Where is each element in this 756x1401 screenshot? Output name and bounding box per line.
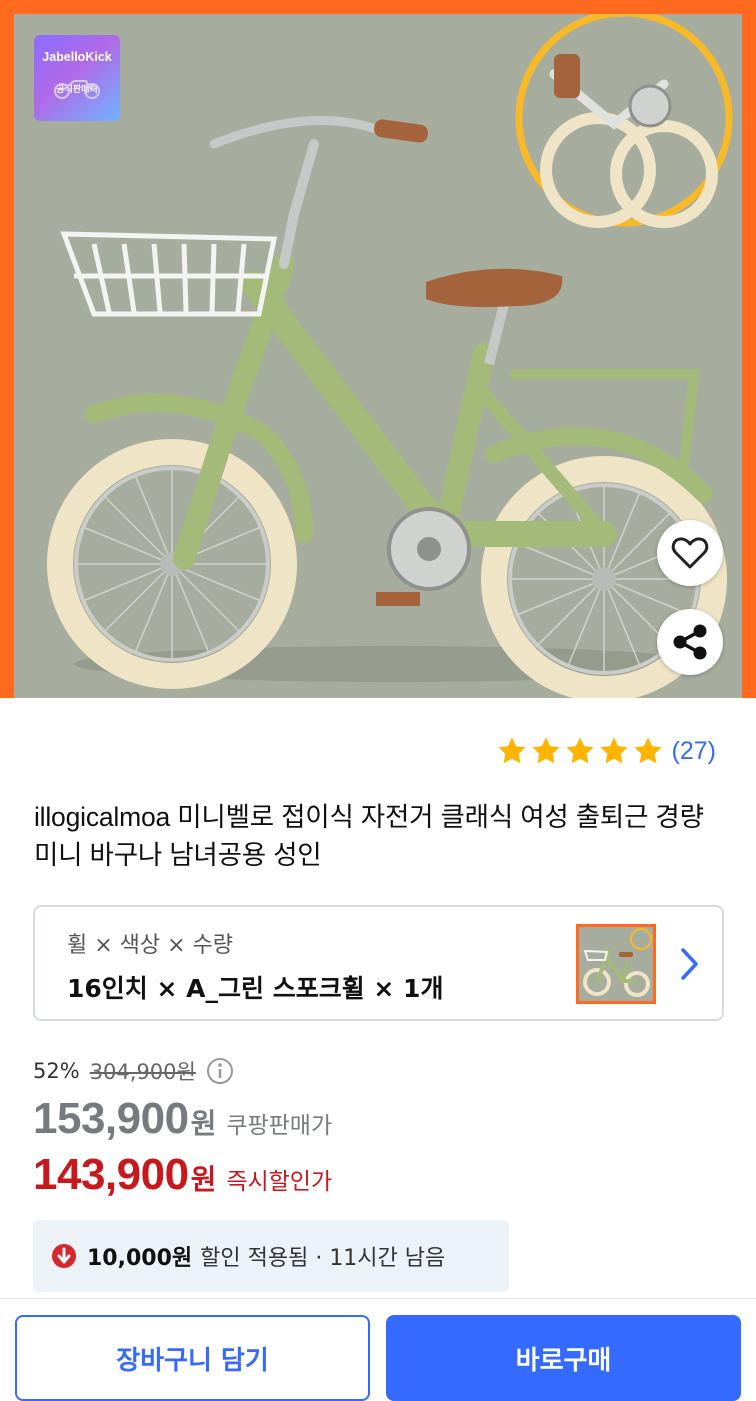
buy-now-button[interactable]: 바로구매 bbox=[386, 1315, 741, 1401]
down-arrow-icon bbox=[52, 1244, 76, 1268]
star-icon bbox=[633, 737, 662, 764]
thumbnail-bike-image bbox=[583, 928, 652, 997]
heart-icon bbox=[671, 537, 709, 569]
star-icon bbox=[497, 737, 526, 764]
instant-price-unit: 원 bbox=[190, 1163, 217, 1196]
star-rating bbox=[496, 735, 664, 767]
coupon-banner: 10,000원 할인 적용됨 · 11시간 남음 bbox=[33, 1220, 509, 1292]
like-button[interactable] bbox=[657, 520, 723, 586]
review-count-link[interactable]: (27) bbox=[672, 737, 716, 766]
coupang-price: 153,900 원 쿠팡판매가 bbox=[33, 1094, 332, 1144]
coupon-amount: 10,000원 bbox=[87, 1246, 193, 1271]
product-title: illogicalmoa 미니벨로 접이식 자전거 클래식 여성 출퇴근 경량 … bbox=[34, 802, 704, 870]
divider bbox=[0, 1298, 756, 1299]
brand-name: JabelloKick bbox=[42, 50, 112, 64]
chevron-right-icon bbox=[681, 948, 698, 980]
option-label: 휠 × 색상 × 수량 bbox=[67, 933, 234, 958]
share-button[interactable] bbox=[657, 609, 723, 675]
instant-price-value: 143,900 bbox=[33, 1150, 189, 1199]
coupang-price-label: 쿠팡판매가 bbox=[226, 1113, 333, 1139]
product-image-frame: JabelloKick 공식판매처 bbox=[0, 0, 756, 698]
option-thumbnail bbox=[576, 924, 656, 1004]
star-icon bbox=[531, 737, 560, 764]
bike-logo-icon bbox=[54, 80, 100, 99]
star-icon bbox=[565, 737, 594, 764]
original-price: 304,900원 bbox=[89, 1060, 196, 1084]
info-icon[interactable] bbox=[206, 1057, 234, 1085]
discount-rate: 52% bbox=[33, 1059, 80, 1083]
share-icon bbox=[673, 624, 707, 660]
discount-info: 52% 304,900원 bbox=[33, 1056, 234, 1086]
option-selector[interactable]: 휠 × 색상 × 수량 16인치 × A_그린 스포크휠 × 1개 bbox=[33, 905, 724, 1021]
rating-summary[interactable]: (27) bbox=[496, 734, 716, 768]
instant-discount-price: 143,900 원 즉시할인가 bbox=[33, 1150, 332, 1200]
coupon-text: 할인 적용됨 · 11시간 남음 bbox=[200, 1246, 446, 1271]
product-image[interactable]: JabelloKick 공식판매처 bbox=[14, 14, 742, 698]
coupang-price-value: 153,900 bbox=[33, 1094, 189, 1143]
add-to-cart-button[interactable]: 장바구니 담기 bbox=[15, 1315, 370, 1401]
coupang-price-unit: 원 bbox=[190, 1107, 217, 1140]
star-icon bbox=[599, 737, 628, 764]
instant-price-label: 즉시할인가 bbox=[226, 1169, 333, 1195]
brand-logo: JabelloKick 공식판매처 bbox=[34, 35, 120, 121]
bicycle-illustration bbox=[47, 14, 733, 698]
option-value: 16인치 × A_그린 스포크휠 × 1개 bbox=[67, 974, 444, 1003]
